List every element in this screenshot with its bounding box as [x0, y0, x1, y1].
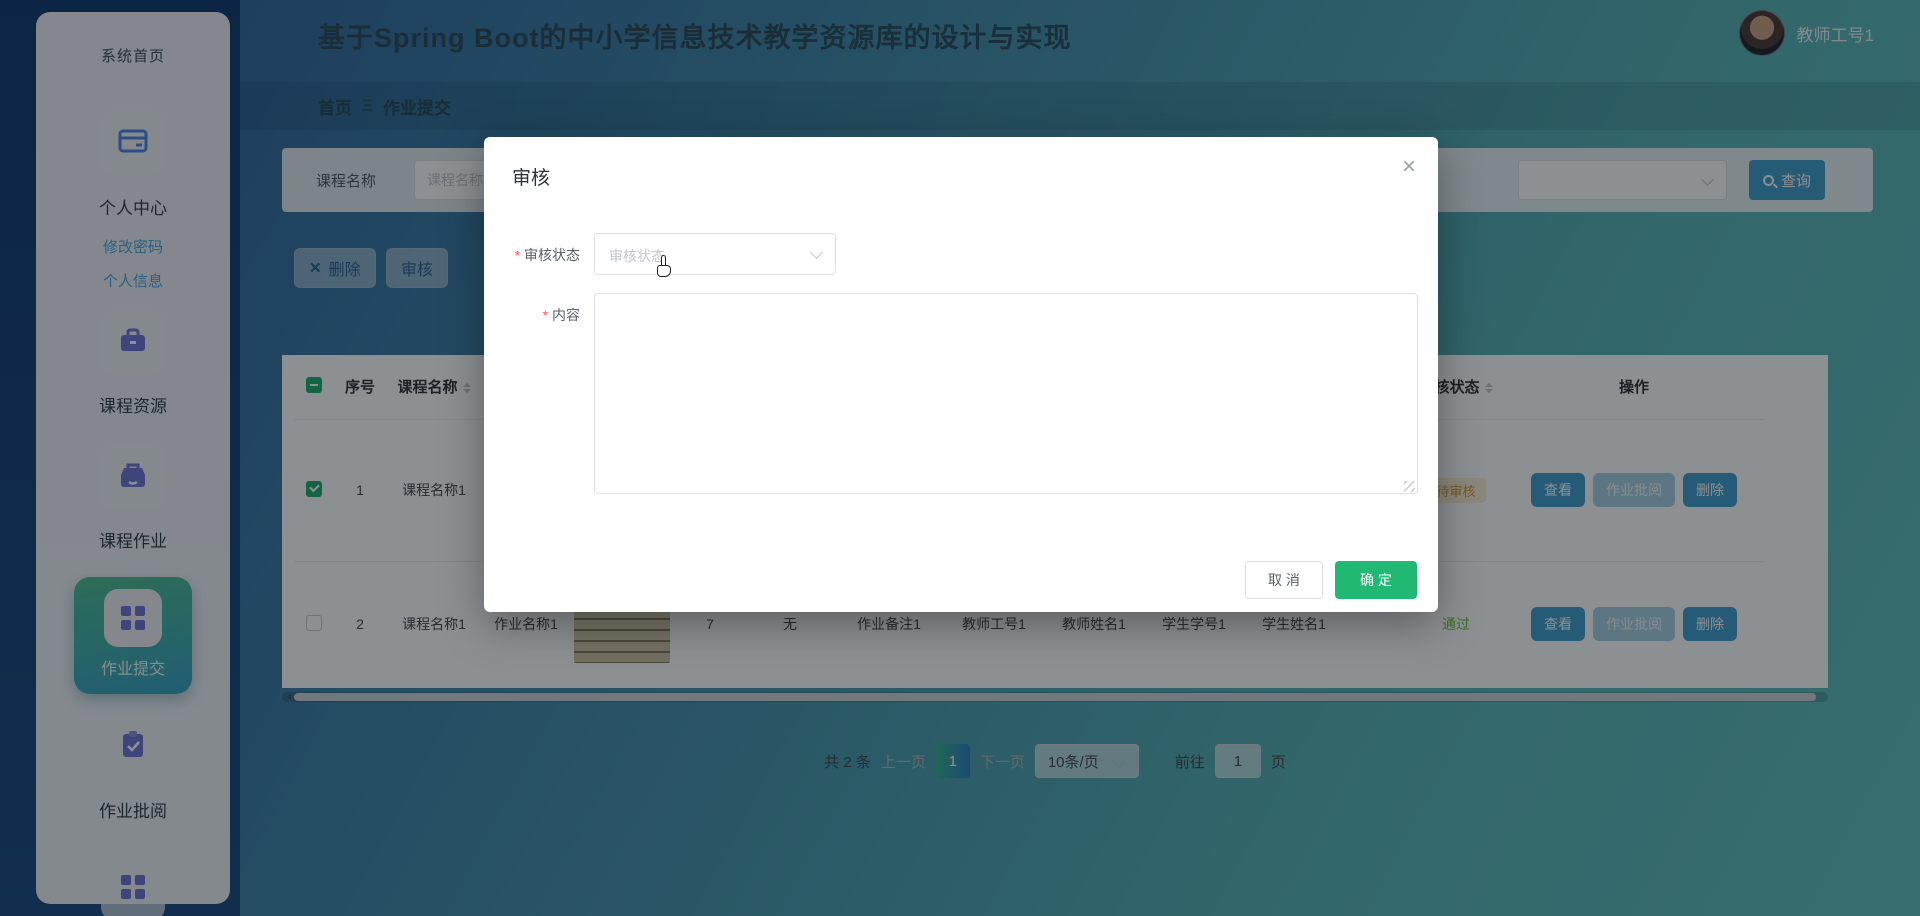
- chevron-down-icon: [810, 246, 823, 259]
- audit-status-label: 审核状态: [484, 245, 580, 265]
- app-window: 系统首页 个人中心 修改密码 个人信息 课程资源 课程作业 作业提交: [0, 0, 1920, 916]
- audit-modal: 审核 × 审核状态 审核状态 内容 取 消 确 定: [484, 137, 1438, 612]
- cursor-pointer: [656, 255, 674, 279]
- content-label: 内容: [484, 305, 580, 325]
- cancel-button[interactable]: 取 消: [1245, 561, 1323, 599]
- modal-title: 审核: [512, 163, 550, 190]
- content-textarea[interactable]: [594, 293, 1418, 494]
- close-icon[interactable]: ×: [1402, 155, 1416, 179]
- audit-status-select[interactable]: 审核状态: [594, 233, 836, 275]
- confirm-button[interactable]: 确 定: [1335, 561, 1417, 599]
